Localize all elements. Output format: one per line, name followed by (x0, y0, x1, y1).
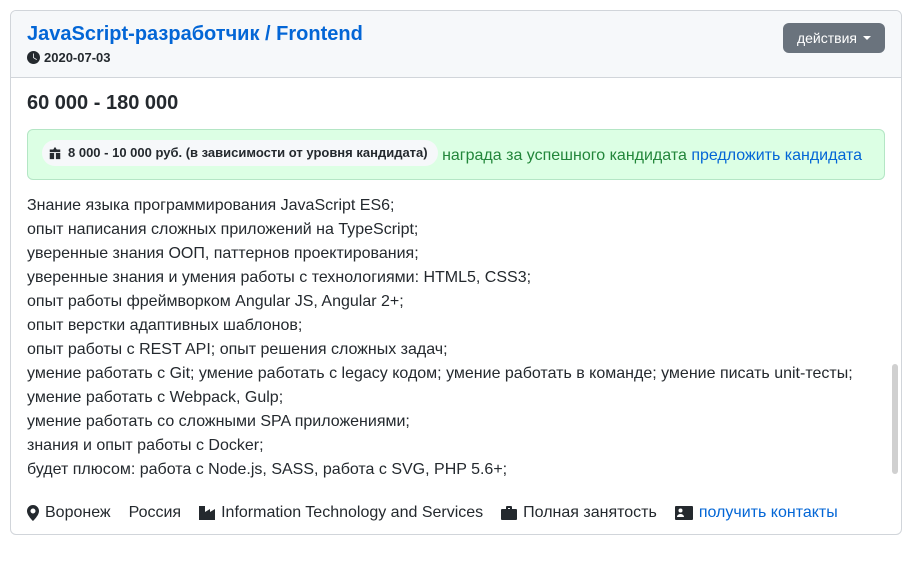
card-header: JavaScript-разработчик / Frontend 2020-0… (11, 11, 901, 78)
actions-label: действия (797, 30, 857, 46)
card-body: 60 000 - 180 000 8 000 - 10 000 руб. (в … (11, 78, 901, 492)
reward-bar: 8 000 - 10 000 руб. (в зависимости от ур… (27, 129, 885, 180)
country-value: Россия (129, 504, 181, 522)
location-item: Воронеж (27, 504, 111, 522)
employment-item: Полная занятость (501, 504, 657, 522)
desc-line: опыт работы с REST API; опыт решения сло… (27, 338, 885, 362)
reward-amount-badge: 8 000 - 10 000 руб. (в зависимости от ур… (42, 140, 438, 166)
contacts-item: получить контакты (675, 504, 838, 522)
desc-line: будет плюсом: работа с Node.js, SASS, ра… (27, 458, 885, 482)
chevron-down-icon (863, 36, 871, 40)
get-contacts-link[interactable]: получить контакты (699, 504, 838, 522)
scrollbar[interactable] (892, 364, 898, 474)
suggest-candidate-link[interactable]: предложить кандидата (691, 147, 862, 164)
gift-icon (48, 146, 62, 160)
country-item: Россия (129, 504, 181, 522)
date-value: 2020-07-03 (44, 50, 111, 65)
employment-value: Полная занятость (523, 504, 657, 522)
salary-range: 60 000 - 180 000 (27, 92, 885, 115)
desc-line: знания и опыт работы с Docker; (27, 434, 885, 458)
industry-icon (199, 506, 215, 520)
reward-amount-text: 8 000 - 10 000 руб. (в зависимости от ур… (68, 142, 428, 164)
vacancy-card: JavaScript-разработчик / Frontend 2020-0… (10, 10, 902, 535)
desc-line: Знание языка программирования JavaScript… (27, 194, 885, 218)
desc-line: уверенные знания ООП, паттернов проектир… (27, 242, 885, 266)
location-value: Воронеж (45, 504, 111, 522)
reward-label: награда за успешного кандидата (442, 147, 687, 164)
desc-line: опыт работы фреймворком Angular JS, Angu… (27, 290, 885, 314)
description: Знание языка программирования JavaScript… (27, 194, 885, 482)
desc-line: уверенные знания и умения работы с техно… (27, 266, 885, 290)
date-line: 2020-07-03 (27, 50, 783, 65)
desc-line: умение работать со сложными SPA приложен… (27, 410, 885, 434)
desc-line: опыт написания сложных приложений на Typ… (27, 218, 885, 242)
clock-icon (27, 51, 40, 64)
vacancy-title-link[interactable]: JavaScript-разработчик / Frontend (27, 23, 363, 46)
card-footer: Воронеж Россия Information Technology an… (11, 492, 901, 534)
address-card-icon (675, 506, 693, 520)
industry-item: Information Technology and Services (199, 504, 483, 522)
map-marker-icon (27, 505, 39, 521)
briefcase-icon (501, 506, 517, 520)
desc-line: опыт верстки адаптивных шаблонов; (27, 314, 885, 338)
industry-value: Information Technology and Services (221, 504, 483, 522)
header-left: JavaScript-разработчик / Frontend 2020-0… (27, 23, 783, 65)
desc-line: умение работать с Git; умение работать с… (27, 362, 885, 386)
desc-line: умение работать с Webpack, Gulp; (27, 386, 885, 410)
actions-button[interactable]: действия (783, 23, 885, 53)
